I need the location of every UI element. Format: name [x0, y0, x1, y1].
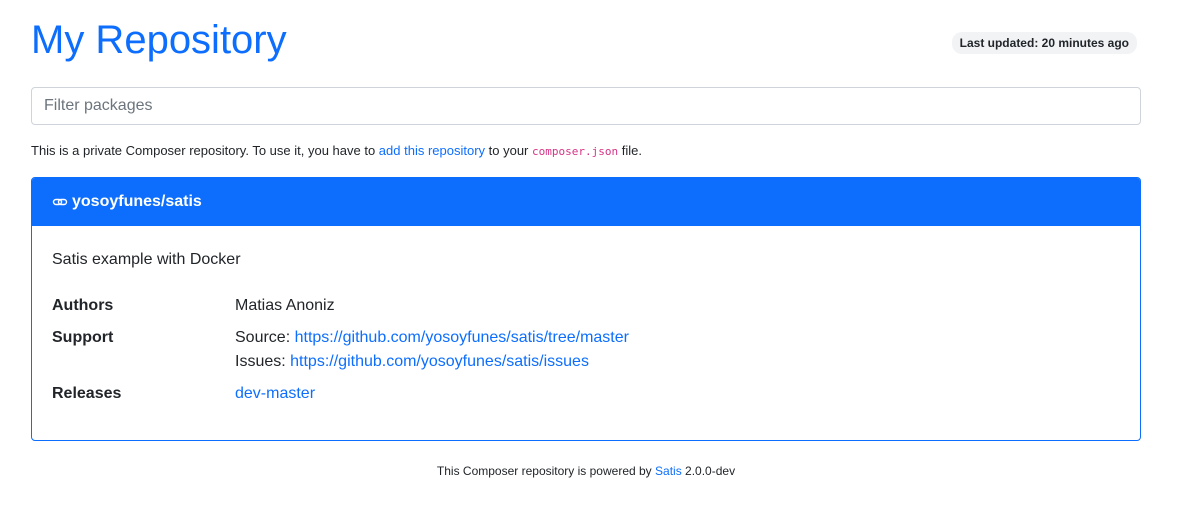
last-updated-badge: Last updated: 20 minutes ago: [951, 32, 1137, 54]
support-issues-link[interactable]: https://github.com/yosoyfunes/satis/issu…: [290, 353, 589, 370]
support-source-link[interactable]: https://github.com/yosoyfunes/satis/tree…: [295, 329, 629, 346]
package-card: yosoyfunes/satis Satis example with Dock…: [31, 177, 1141, 441]
support-source: Source: https://github.com/yosoyfunes/sa…: [235, 326, 629, 350]
authors-row: Authors Matias Anoniz: [52, 294, 1120, 318]
releases-row: Releases dev-master: [52, 382, 1120, 406]
releases-label: Releases: [52, 385, 122, 402]
page-title: My Repository: [31, 18, 287, 62]
support-row: Support Source: https://github.com/yosoy…: [52, 326, 1120, 374]
support-value: Source: https://github.com/yosoyfunes/sa…: [235, 326, 629, 374]
footer-text-before: This Composer repository is powered by: [436, 464, 656, 478]
releases-value: dev-master: [235, 382, 315, 406]
intro-text: This is a private Composer repository. T…: [31, 142, 1141, 161]
release-link[interactable]: dev-master: [235, 385, 315, 402]
authors-value: Matias Anoniz: [235, 297, 335, 314]
filter-packages-input[interactable]: [31, 87, 1141, 125]
footer-text-after: 2.0.0-dev: [681, 464, 736, 478]
intro-text-after: file.: [618, 143, 642, 158]
page-footer: This Composer repository is powered by S…: [31, 463, 1141, 479]
page: My Repository Last updated: 20 minutes a…: [31, 0, 1141, 479]
support-issues: Issues: https://github.com/yosoyfunes/sa…: [235, 350, 629, 374]
package-description: Satis example with Docker: [52, 251, 241, 268]
satis-link[interactable]: Satis: [655, 464, 682, 478]
package-card-header: yosoyfunes/satis: [32, 178, 1140, 226]
add-repository-link[interactable]: add this repository: [379, 143, 485, 158]
support-issues-prefix: Issues:: [235, 353, 291, 370]
support-label: Support: [52, 329, 114, 346]
package-name-link[interactable]: yosoyfunes/satis: [72, 193, 202, 211]
composer-json-code: composer.json: [532, 145, 619, 158]
page-header: My Repository Last updated: 20 minutes a…: [31, 0, 1141, 86]
intro-text-middle: to your: [485, 143, 532, 158]
link-icon[interactable]: [52, 194, 68, 210]
support-source-prefix: Source:: [235, 329, 295, 346]
intro-text-before: This is a private Composer repository. T…: [31, 143, 379, 158]
package-card-body: Satis example with Docker Authors Matias…: [32, 226, 1140, 440]
authors-label: Authors: [52, 297, 114, 314]
